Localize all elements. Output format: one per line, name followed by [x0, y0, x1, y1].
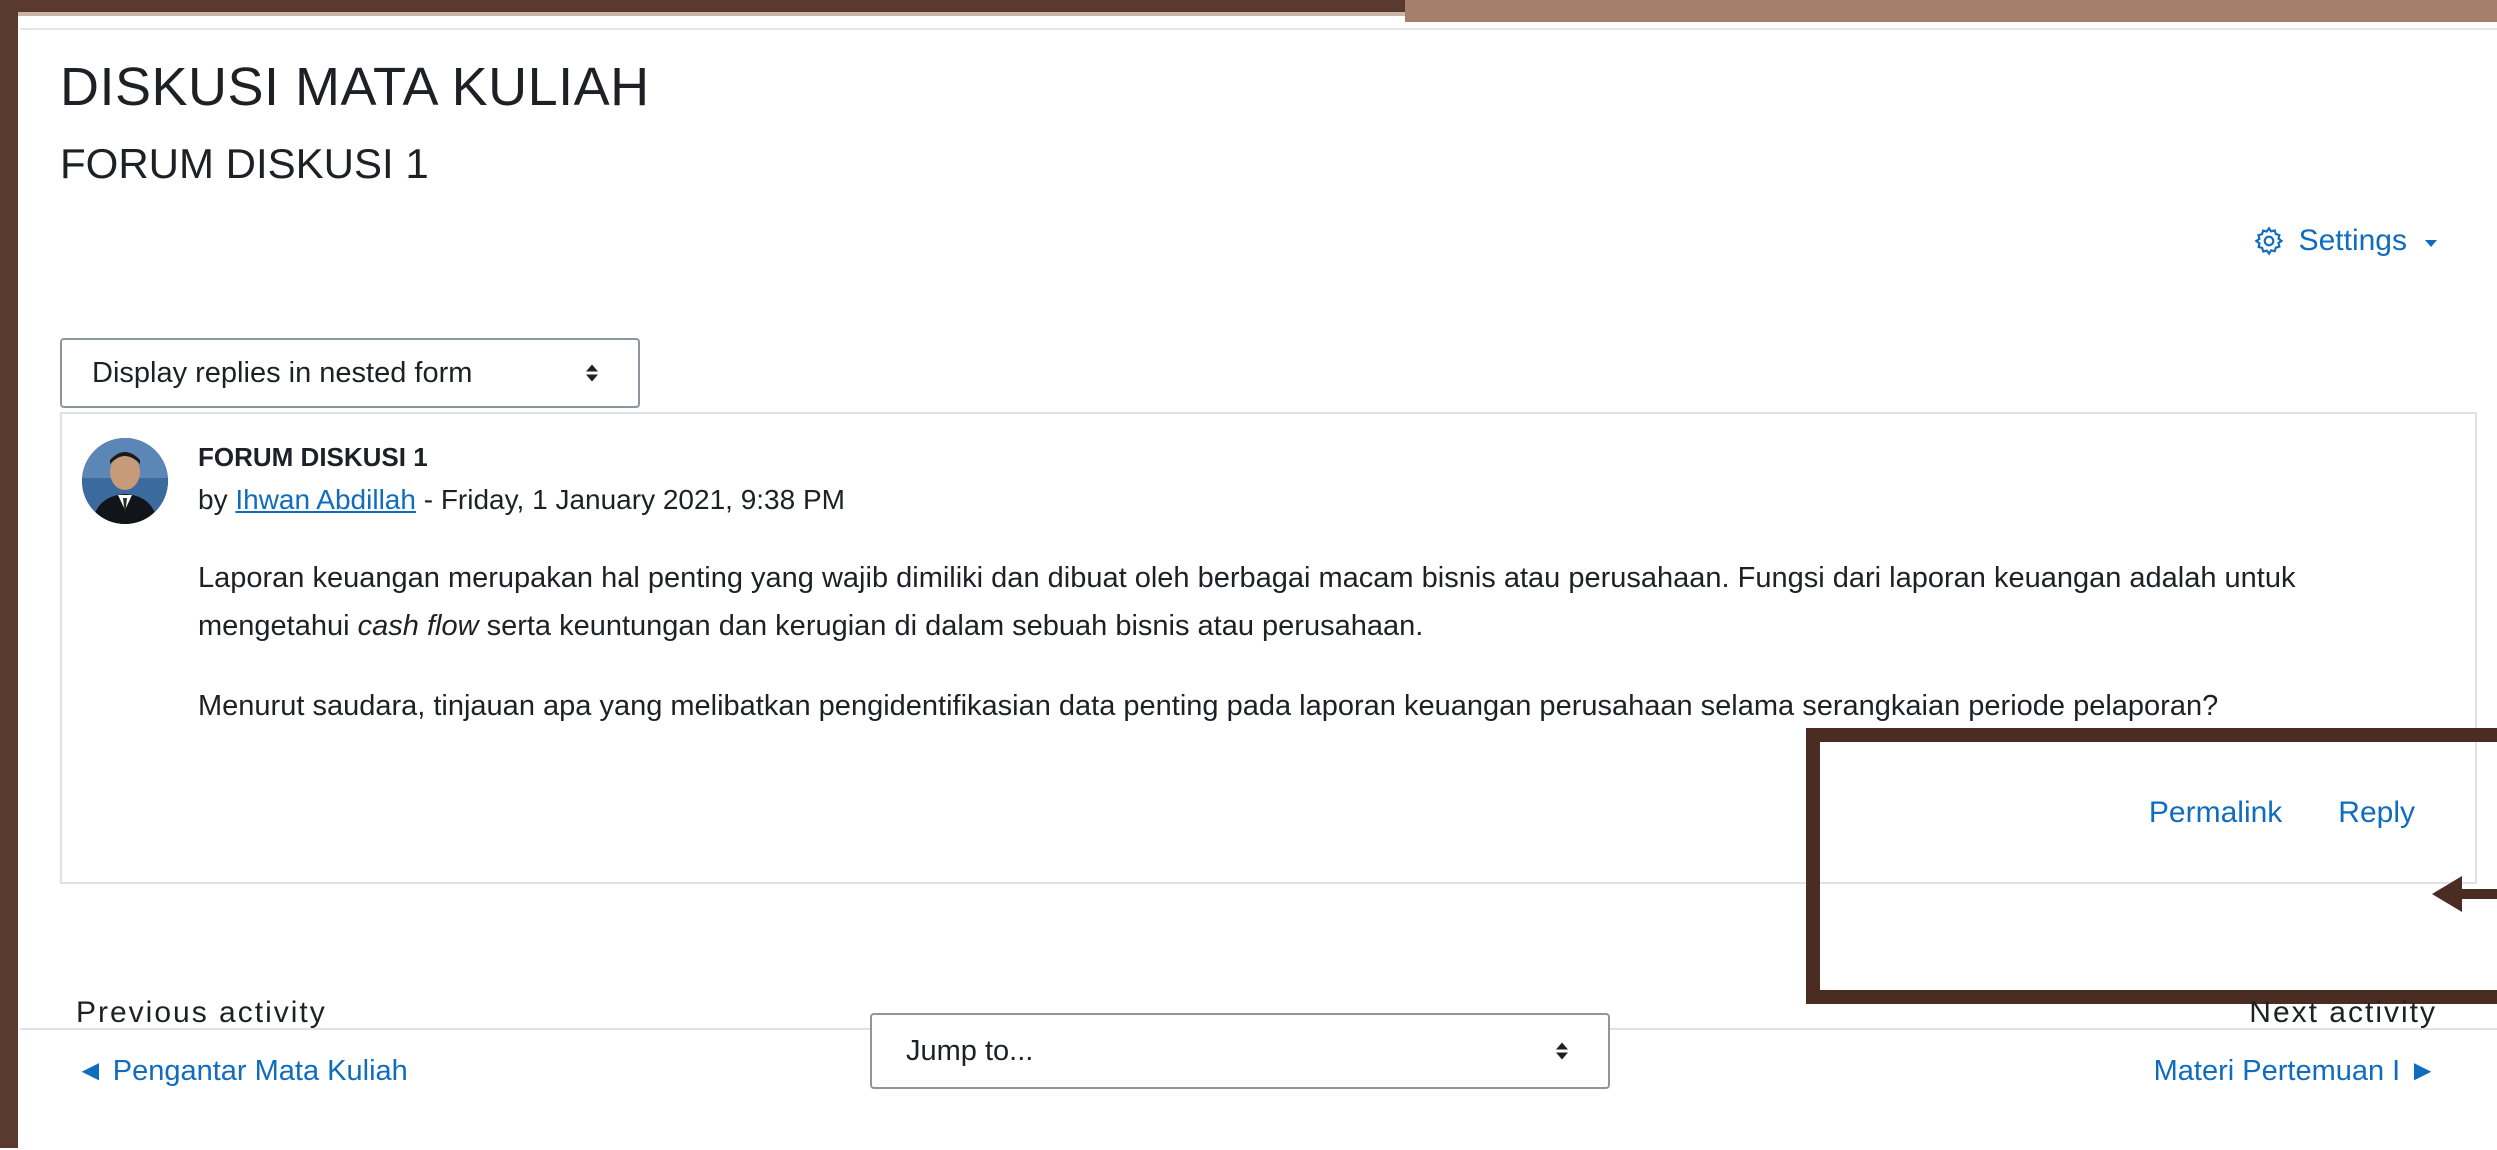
- next-activity-label: Next activity: [2249, 996, 2437, 1029]
- display-mode-value: Display replies in nested form: [92, 356, 473, 389]
- display-mode-select[interactable]: Display replies in nested form: [60, 338, 640, 408]
- post-date: Friday, 1 January 2021, 9:38 PM: [440, 484, 845, 515]
- by-prefix: by: [198, 484, 228, 515]
- post-body: Laporan keuangan merupakan hal penting y…: [198, 554, 2438, 762]
- previous-activity-label: Previous activity: [76, 996, 327, 1029]
- frame-top-border: [0, 0, 1405, 12]
- post-byline: by Ihwan Abdillah - Friday, 1 January 20…: [198, 484, 845, 516]
- post-paragraph-1: Laporan keuangan merupakan hal penting y…: [198, 562, 2296, 642]
- next-activity-link[interactable]: Materi Pertemuan I ►: [2154, 1055, 2437, 1088]
- post-subject: FORUM DISKUSI 1: [198, 442, 428, 472]
- jump-to-value: Jump to...: [906, 1034, 1034, 1067]
- post-actions: Permalink Reply: [2149, 796, 2415, 830]
- forum-post: FORUM DISKUSI 1 by Ihwan Abdillah - Frid…: [60, 412, 2477, 884]
- avatar[interactable]: [82, 438, 168, 524]
- frame-left-border: [0, 0, 18, 1148]
- permalink-link[interactable]: Permalink: [2149, 796, 2282, 830]
- previous-activity-link[interactable]: ◄ Pengantar Mata Kuliah: [76, 1055, 408, 1088]
- settings-menu-button[interactable]: Settings: [2253, 224, 2437, 258]
- reply-link[interactable]: Reply: [2338, 796, 2415, 830]
- frame-top-right-border: [1405, 0, 2497, 22]
- screenshot-frame: DISKUSI MATA KULIAH FORUM DISKUSI 1 Sett…: [0, 0, 2497, 1150]
- jump-to-select[interactable]: Jump to...: [870, 1013, 1610, 1089]
- forum-title: FORUM DISKUSI 1: [60, 140, 429, 187]
- gear-icon: [2254, 226, 2283, 256]
- settings-label: Settings: [2298, 224, 2407, 257]
- caret-down-icon: [2425, 239, 2437, 247]
- select-arrows-icon: [586, 364, 598, 382]
- select-arrows-icon: [1556, 1042, 1568, 1060]
- byline-separator: -: [415, 484, 441, 515]
- author-link[interactable]: Ihwan Abdillah: [235, 484, 416, 515]
- course-title: DISKUSI MATA KULIAH: [60, 57, 650, 117]
- frame-inner-edge: [18, 12, 1405, 16]
- post-paragraph-2: Menurut saudara, tinjauan apa yang melib…: [198, 690, 2219, 722]
